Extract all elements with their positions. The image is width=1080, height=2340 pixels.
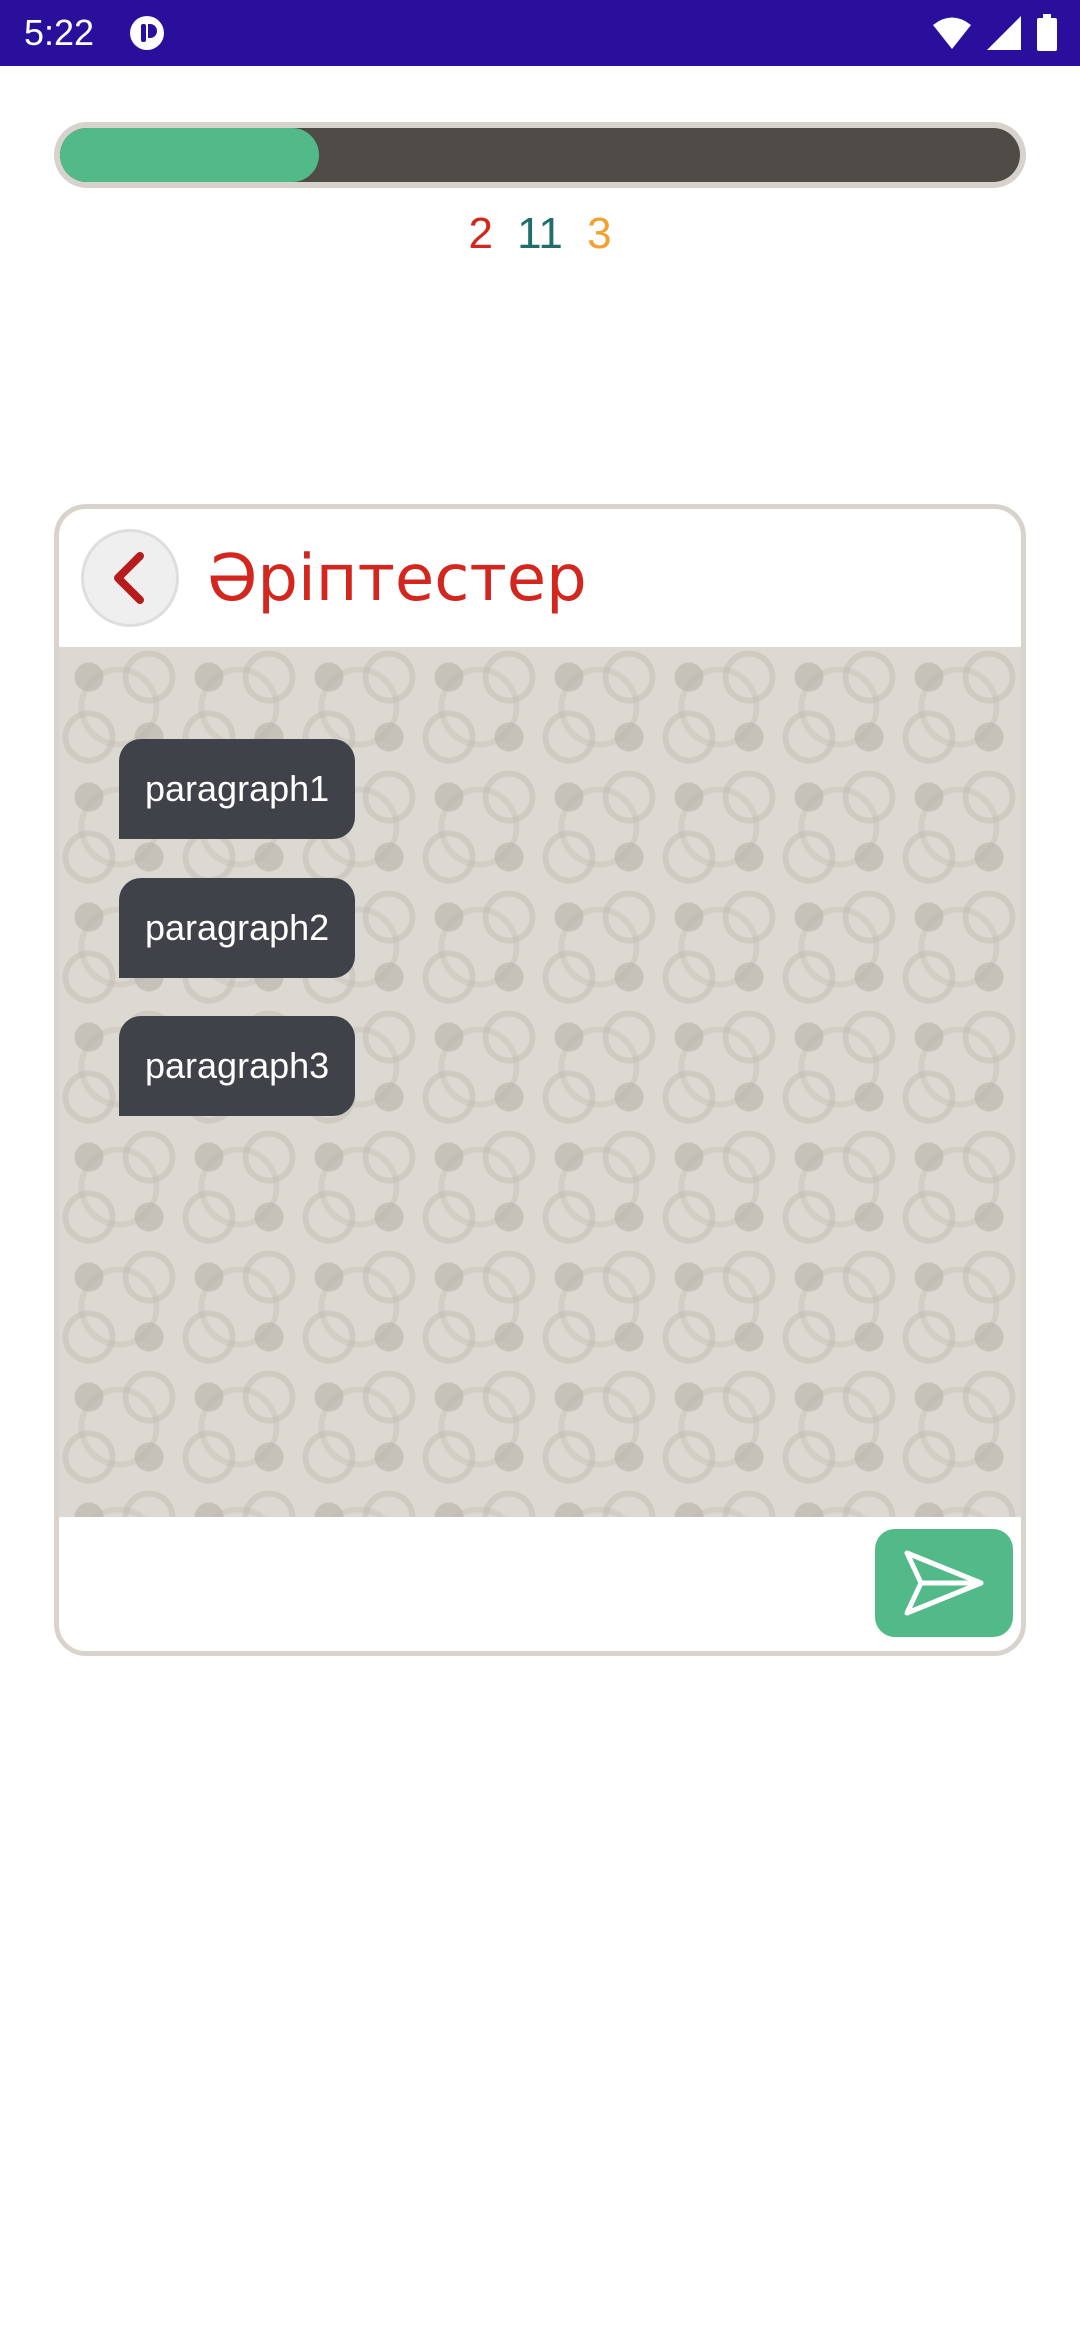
- cellular-signal-icon: [987, 16, 1021, 50]
- wrong-count: 2: [468, 209, 493, 258]
- back-button[interactable]: [81, 529, 179, 627]
- chat-card: Әріптестер paragraph1 paragraph2 paragra…: [54, 504, 1026, 1656]
- message-bubble: paragraph1: [119, 739, 356, 839]
- status-time: 5:22: [24, 12, 95, 53]
- chat-header: Әріптестер: [59, 509, 1021, 647]
- battery-icon: [1037, 14, 1057, 51]
- message-composer: [59, 1517, 1021, 1651]
- pending-count: 3: [587, 209, 612, 258]
- app-notification-icon: [130, 16, 164, 50]
- send-button[interactable]: [875, 1529, 1013, 1637]
- wifi-icon: [933, 17, 971, 49]
- progress-bar: [54, 122, 1026, 188]
- message-input[interactable]: [75, 1531, 859, 1641]
- score-counter: 2 11 3: [0, 204, 1080, 264]
- message-bubble: paragraph2: [119, 878, 356, 978]
- chat-messages: paragraph1 paragraph2 paragraph3: [59, 647, 1021, 1517]
- send-icon: [904, 1550, 984, 1616]
- chat-title: Әріптестер: [207, 542, 587, 616]
- total-count: 11: [517, 209, 563, 258]
- status-bar: 5:22: [0, 0, 1080, 66]
- chevron-left-icon: [114, 552, 144, 604]
- status-icons: [932, 13, 1058, 53]
- progress-fill: [60, 128, 320, 182]
- progress-track: [60, 128, 1020, 182]
- message-bubble: paragraph3: [119, 1016, 356, 1116]
